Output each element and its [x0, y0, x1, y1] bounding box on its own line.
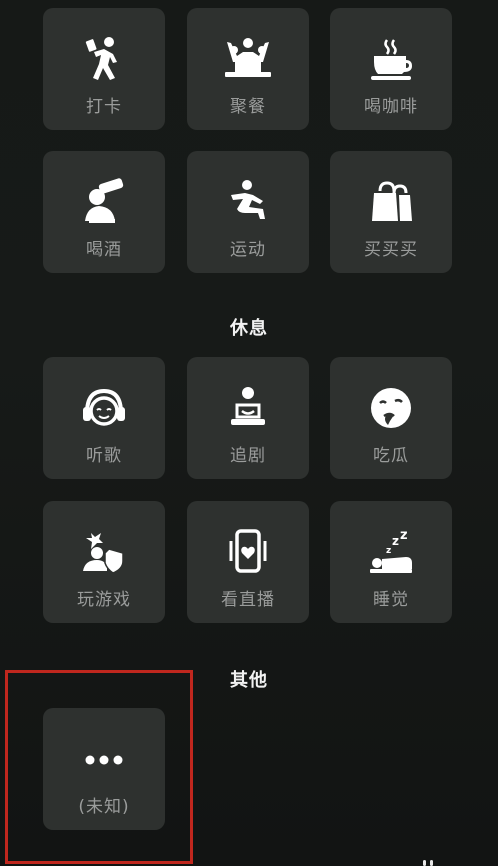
status-tile-drinking[interactable]: 喝酒 [43, 151, 165, 273]
tile-label: 睡觉 [373, 590, 409, 610]
headphones-face-icon [76, 383, 132, 433]
walking-person-icon [76, 34, 132, 84]
highlight-box [5, 670, 193, 864]
watching-tv-icon [220, 383, 276, 433]
coffee-cup-icon [363, 34, 419, 84]
tile-label: 打卡 [86, 97, 122, 117]
svg-text:z: z [392, 534, 399, 548]
status-tile-coffee[interactable]: 喝咖啡 [330, 8, 452, 130]
svg-text:z: z [386, 546, 391, 556]
status-tile-dinner[interactable]: 聚餐 [187, 8, 309, 130]
status-tile-gaming[interactable]: 玩游戏 [43, 501, 165, 623]
status-tile-live-stream[interactable]: 看直播 [187, 501, 309, 623]
tile-label: 吃瓜 [373, 446, 409, 466]
shopping-bags-icon [363, 177, 419, 227]
drinking-bottle-icon [76, 177, 132, 227]
live-stream-phone-icon [220, 527, 276, 577]
status-tile-sports[interactable]: 运动 [187, 151, 309, 273]
tile-label: 听歌 [86, 446, 122, 466]
status-tile-binge-watching[interactable]: 追剧 [187, 357, 309, 479]
tile-label: 聚餐 [230, 97, 266, 117]
running-person-icon [220, 177, 276, 227]
section-title-rest: 休息 [230, 318, 268, 339]
tile-label: 买买买 [364, 240, 418, 260]
thinking-face-icon [363, 383, 419, 433]
status-tile-check-in[interactable]: 打卡 [43, 8, 165, 130]
svg-text:z: z [400, 528, 408, 543]
status-tile-sleep[interactable]: z z z 睡觉 [330, 501, 452, 623]
tile-label: 运动 [230, 240, 266, 260]
status-tile-gossip[interactable]: 吃瓜 [330, 357, 452, 479]
gaming-shield-icon [76, 527, 132, 577]
tile-label: 看直播 [221, 590, 275, 610]
tile-label: 喝咖啡 [364, 97, 418, 117]
group-dinner-icon [220, 34, 276, 84]
status-tile-shopping[interactable]: 买买买 [330, 151, 452, 273]
tile-label: 喝酒 [86, 240, 122, 260]
tile-label: 追剧 [230, 446, 266, 466]
status-tile-music[interactable]: 听歌 [43, 357, 165, 479]
partial-indicator-icon [423, 860, 433, 866]
tile-label: 玩游戏 [77, 590, 131, 610]
sleeping-icon: z z z [363, 527, 419, 577]
